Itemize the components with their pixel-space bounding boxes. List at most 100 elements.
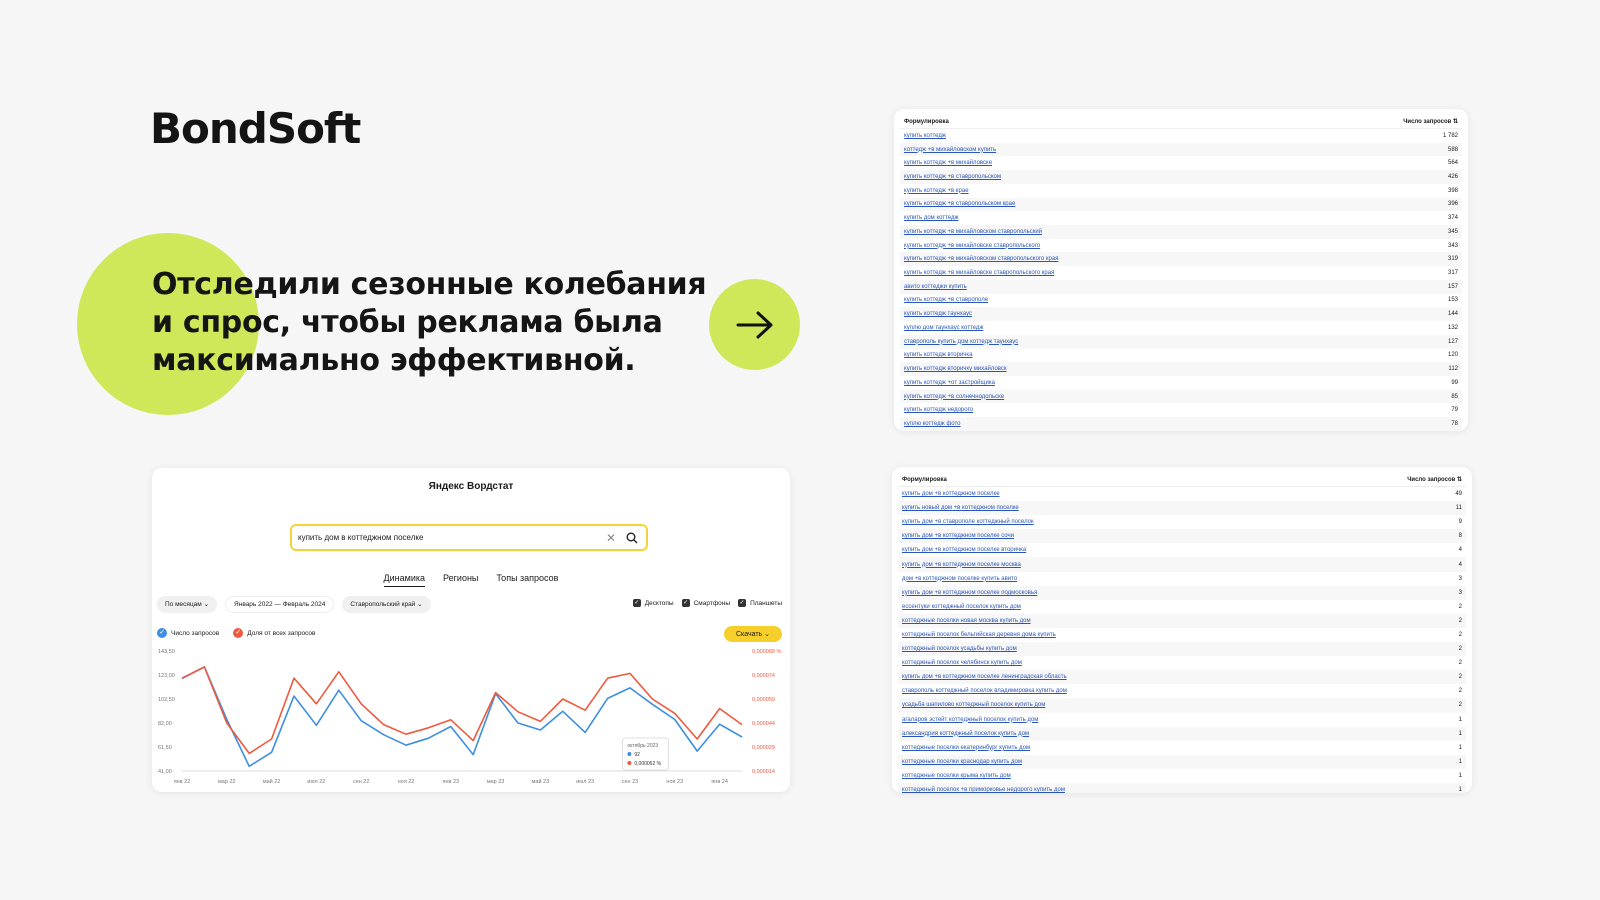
query-link[interactable]: купить дом +в коттеджном поселке подмоск… <box>902 590 1037 596</box>
table-row: купить коттедж +от застройщика 99 <box>900 376 1462 390</box>
table-row: купить коттедж 1 782 <box>900 129 1462 143</box>
download-button[interactable]: Скачать ⌄ <box>723 626 782 642</box>
query-count: 2 <box>1458 603 1462 610</box>
table-row: александрия коттеджный поселок купить до… <box>898 726 1466 741</box>
query-link[interactable]: купить дом +в коттеджном поселке <box>902 491 1000 497</box>
tablet-label: Планшеты <box>750 599 782 607</box>
table-row: купить коттедж +в михайловске ставрополь… <box>900 239 1462 253</box>
x-tick-label: янв 23 <box>443 779 460 785</box>
table-row: купить коттедж +в михайловске 564 <box>900 156 1462 170</box>
query-link[interactable]: купить коттедж +в солнечнодольске <box>904 394 1004 400</box>
query-link[interactable]: коттеджный поселок усадьбы купить дом <box>902 646 1017 652</box>
query-link[interactable]: купить новый дом +в коттеджном поселке <box>902 505 1019 511</box>
query-link[interactable]: купить дом коттедж <box>904 215 959 221</box>
query-link[interactable]: купить коттедж +от застройщика <box>904 380 995 386</box>
query-link[interactable]: коттеджный поселок челябинск купить дом <box>902 660 1022 666</box>
query-count: 1 <box>1458 730 1462 737</box>
query-link[interactable]: коттедж +в михайловском купить <box>904 147 996 153</box>
table-row: куплю коттедж фото 78 <box>900 417 1462 431</box>
query-link[interactable]: ставрополь купить дом коттедж таунхаус <box>904 339 1018 345</box>
table-row: коттеджный поселок усадьбы купить дом 2 <box>898 642 1466 657</box>
query-link[interactable]: коттеджный поселок бельгийская деревня д… <box>902 632 1056 638</box>
query-link[interactable]: коттеджные поселки новая москва купить д… <box>902 618 1031 624</box>
query-link[interactable]: купить коттедж вторичку михайловск <box>904 366 1007 372</box>
query-link[interactable]: купить коттедж +в ставропольском <box>904 174 1001 180</box>
query-link[interactable]: купить коттедж +в михайловске <box>904 160 992 166</box>
query-count: 317 <box>1447 270 1458 277</box>
query-link[interactable]: агаларов эстейт коттеджный поселок купит… <box>902 717 1038 723</box>
query-count: 4 <box>1458 547 1462 554</box>
query-link[interactable]: купить дом +в коттеджном поселке москва <box>902 562 1021 568</box>
query-count: 1 <box>1458 787 1462 793</box>
table-row: дом +в коттеджном поселке купить авито 3 <box>898 572 1466 586</box>
query-link[interactable]: коттеджный поселок +в приморковье недоро… <box>902 787 1065 793</box>
query-count: 79 <box>1451 407 1458 414</box>
table-row: купить коттедж +в ставропольском 426 <box>900 170 1462 184</box>
y-left-tick-label: 102,50 <box>158 697 175 703</box>
check-icon: ✓ <box>632 599 641 607</box>
query-link[interactable]: купить дом +в коттеджном поселке сочи <box>902 533 1014 539</box>
query-link[interactable]: коттеджные поселки крыма купить дом <box>902 773 1011 779</box>
date-range-picker[interactable]: Январь 2022 — Февраль 2024 <box>225 596 335 613</box>
query-link[interactable]: усадьба шапилово коттеджный поселок купи… <box>902 702 1045 708</box>
table-row: коттеджные поселки крыма купить дом 1 <box>898 769 1466 783</box>
query-link[interactable]: купить коттедж недорого <box>904 407 973 413</box>
col-count-header[interactable]: Число запросов ⇅ <box>1403 118 1458 125</box>
col-phrase-header[interactable]: Формулировка <box>904 119 949 125</box>
query-count: 564 <box>1447 160 1458 167</box>
search-value: купить дом в коттеджном поселке <box>298 533 424 542</box>
tablet-checkbox[interactable]: ✓ Планшеты <box>738 599 782 607</box>
search-icon[interactable] <box>626 532 638 544</box>
x-tick-label: ноя 23 <box>666 779 683 785</box>
query-link[interactable]: купить коттедж +в михайловском ставропол… <box>904 256 1058 262</box>
query-link[interactable]: куплю коттедж фото <box>904 421 960 427</box>
arrow-right-icon <box>736 311 772 338</box>
query-link[interactable]: купить коттедж +в ставропольском крае <box>904 201 1015 207</box>
query-link[interactable]: александрия коттеджный поселок купить до… <box>902 731 1029 737</box>
col-count-header[interactable]: Число запросов ⇅ <box>1407 476 1462 483</box>
query-link[interactable]: купить коттедж +в ставрополе <box>904 297 988 303</box>
table-row: коттеджный поселок бельгийская деревня д… <box>898 628 1466 642</box>
search-input[interactable]: купить дом в коттеджном поселке ✕ <box>290 524 648 551</box>
tab-regions[interactable]: Регионы <box>443 573 478 587</box>
query-link[interactable]: ставрополь коттеджный поселок владимиров… <box>902 688 1067 694</box>
query-link[interactable]: купить дом +в ставрополе коттеджный посе… <box>902 519 1034 525</box>
query-link[interactable]: авито коттеджи купить <box>904 284 967 290</box>
query-link[interactable]: купить коттедж +в михайловске ставрополь… <box>904 243 1040 249</box>
tab-top-queries[interactable]: Топы запросов <box>496 573 558 587</box>
tab-dynamics[interactable]: Динамика <box>383 573 426 587</box>
query-link[interactable]: ессентуки коттеджный поселок купить дом <box>902 604 1021 610</box>
desktop-checkbox[interactable]: ✓ Десктопы <box>632 599 674 607</box>
query-link[interactable]: купить коттедж +в михайловском ставропол… <box>904 229 1042 235</box>
query-link[interactable]: купить коттедж вторичка <box>904 352 973 358</box>
query-link[interactable]: коттеджные поселки краснодар купить дом <box>902 759 1022 765</box>
smartphone-checkbox[interactable]: ✓ Смартфоны <box>681 599 730 607</box>
region-select[interactable]: Ставропольский край ⌄ <box>342 596 431 613</box>
y-right-tick-label: 0,000089 % <box>752 649 781 655</box>
query-count: 2 <box>1458 702 1462 709</box>
col-phrase-header[interactable]: Формулировка <box>902 477 947 483</box>
query-link[interactable]: купить коттедж +в михайловске ставрополь… <box>904 270 1054 276</box>
legend-share-toggle[interactable]: ✓ Доля от всех запросов <box>233 628 315 638</box>
query-count: 588 <box>1447 146 1458 153</box>
query-link[interactable]: купить коттедж таунхаус <box>904 311 972 317</box>
legend-count-toggle[interactable]: ✓ Число запросов <box>157 628 219 638</box>
table-row: ставрополь купить дом коттедж таунхаус 12… <box>900 334 1462 349</box>
query-link[interactable]: дом +в коттеджном поселке купить авито <box>902 576 1017 582</box>
table-row: коттеджный поселок +в приморковье недоро… <box>898 782 1466 793</box>
check-icon: ✓ <box>681 599 690 607</box>
query-link[interactable]: купить дом +в коттеджном поселке вторичк… <box>902 547 1026 553</box>
period-group-select[interactable]: По месяцам ⌄ <box>157 596 218 613</box>
clear-icon[interactable]: ✕ <box>606 531 616 545</box>
query-count: 426 <box>1447 174 1458 181</box>
query-count: 2 <box>1458 660 1462 667</box>
query-count: 1 782 <box>1442 132 1458 139</box>
query-link[interactable]: коттеджные поселки екатеринбург купить д… <box>902 745 1030 751</box>
next-arrow-button[interactable] <box>709 279 800 370</box>
query-link[interactable]: купить коттедж <box>904 133 946 139</box>
query-link[interactable]: куплю дом таунхаус коттедж <box>904 325 983 331</box>
query-count: 3 <box>1458 589 1462 596</box>
query-link[interactable]: купить дом +в коттеджном поселке ленингр… <box>902 674 1067 680</box>
query-link[interactable]: купить коттедж +в крае <box>904 188 969 194</box>
check-icon: ✓ <box>738 599 747 607</box>
